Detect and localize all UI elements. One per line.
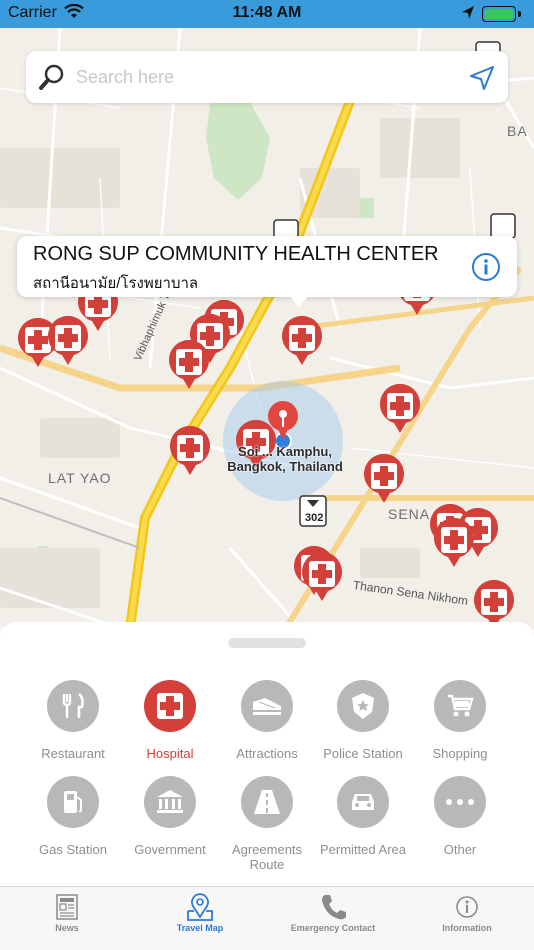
tab-emergency-contact[interactable]: Emergency Contact (288, 893, 378, 933)
phone-icon (319, 893, 347, 921)
sheet-grabber[interactable] (228, 638, 306, 648)
tab-bar: News Travel Map Emergency Contact Inform… (0, 886, 534, 950)
route-shield-label: 302 (305, 512, 324, 524)
callout-tail (288, 294, 310, 307)
navigation-arrow-icon[interactable] (468, 64, 496, 92)
category-hospital[interactable]: Hospital (122, 680, 218, 761)
district-label: SENA (388, 506, 431, 522)
hospital-marker[interactable] (472, 580, 516, 628)
hospital-marker[interactable] (378, 384, 422, 434)
category-shopping[interactable]: Shopping (412, 680, 508, 761)
hospital-marker[interactable] (280, 316, 324, 366)
search-bar[interactable] (26, 51, 508, 103)
district-label: LAT YAO (48, 470, 112, 486)
category-gas-station[interactable]: Gas Station (25, 776, 121, 857)
category-agreements-route[interactable]: Agreements Route (219, 776, 315, 872)
attractions-icon (241, 680, 293, 732)
police-badge-icon (337, 680, 389, 732)
callout-subtitle: สถานีอนามัย/โรงพยาบาล (33, 275, 199, 292)
location-arrow-icon (461, 5, 475, 26)
map-view[interactable]: LAT YAO SENA BA Thanon Sena Nikhom Vibha… (0, 28, 534, 628)
more-dots-icon (434, 776, 486, 828)
category-other[interactable]: Other (412, 776, 508, 857)
hospital-marker[interactable] (300, 552, 344, 602)
callout-title: RONG SUP COMMUNITY HEALTH CENTER (33, 243, 439, 265)
tab-information[interactable]: Information (422, 893, 512, 933)
category-attractions[interactable]: Attractions (219, 680, 315, 761)
category-police-station[interactable]: Police Station (315, 680, 411, 761)
category-sheet[interactable]: Restaurant Hospital Attractions Police S… (0, 622, 534, 886)
place-callout[interactable]: RONG SUP COMMUNITY HEALTH CENTER สถานีอน… (17, 236, 517, 297)
clock: 11:48 AM (232, 4, 302, 21)
hospital-marker[interactable] (167, 340, 211, 390)
hospital-marker[interactable] (432, 518, 476, 568)
newspaper-icon (53, 893, 81, 921)
gas-pump-icon (47, 776, 99, 828)
tab-news[interactable]: News (22, 893, 112, 933)
district-label: BA (507, 123, 528, 139)
selected-pin-icon[interactable] (266, 400, 300, 447)
search-icon[interactable] (38, 63, 66, 91)
shopping-cart-icon (434, 680, 486, 732)
battery-icon (482, 6, 516, 22)
current-location-label: Soi ... Kamphu, Bangkok, Thailand (227, 444, 343, 474)
info-icon (453, 893, 481, 921)
category-restaurant[interactable]: Restaurant (25, 680, 121, 761)
tab-travel-map[interactable]: Travel Map (155, 893, 245, 933)
status-bar: Carrier 11:48 AM (0, 0, 534, 28)
fork-knife-icon (47, 680, 99, 732)
map-pin-icon (186, 893, 214, 921)
car-icon (337, 776, 389, 828)
government-building-icon (144, 776, 196, 828)
search-input[interactable] (76, 61, 456, 93)
hospital-cross-icon (144, 680, 196, 732)
info-icon[interactable] (471, 252, 501, 282)
category-permitted-area[interactable]: Permitted Area (315, 776, 411, 857)
category-government[interactable]: Government (122, 776, 218, 857)
road-icon (241, 776, 293, 828)
travel-map-screen: Carrier 11:48 AM LAT YAO SENA BA Thanon … (0, 0, 534, 950)
